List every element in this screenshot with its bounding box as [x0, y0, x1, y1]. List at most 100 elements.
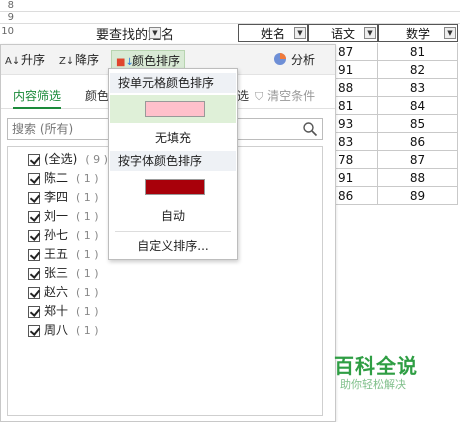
list-item-label: 孙七: [44, 228, 69, 242]
checkbox-checked-icon[interactable]: [28, 248, 40, 261]
search-icon[interactable]: [302, 121, 318, 137]
checkbox-checked-icon[interactable]: [28, 305, 40, 318]
grid-line: [0, 11, 460, 12]
row-number-10: 10: [1, 26, 14, 37]
font-color-option-red[interactable]: [110, 173, 236, 201]
sort-desc-button[interactable]: Z↓降序: [59, 50, 99, 70]
table-cell[interactable]: 86: [378, 133, 458, 151]
clear-conditions-label: 清空条件: [267, 89, 316, 103]
table-cell[interactable]: 85: [378, 115, 458, 133]
list-item-label: 李四: [44, 190, 69, 204]
tab-content-filter[interactable]: 内容筛选: [13, 87, 62, 109]
table-cell[interactable]: 81: [336, 97, 378, 115]
pie-chart-icon: [274, 53, 286, 65]
table-cell[interactable]: 82: [378, 61, 458, 79]
list-item-count: ( 1 ): [76, 191, 99, 204]
menu-section-font-color: 按字体颜色排序: [110, 151, 236, 171]
header-chinese-filter-icon[interactable]: ▼: [364, 27, 376, 39]
table-cell[interactable]: 91: [336, 61, 378, 79]
list-item[interactable]: 赵六 ( 1 ): [28, 283, 99, 301]
list-item[interactable]: 周八 ( 1 ): [28, 321, 99, 339]
menu-item-custom-sort[interactable]: 自定义排序...: [110, 235, 236, 257]
list-item-label: 张三: [44, 266, 69, 280]
analyze-button[interactable]: 分析: [273, 50, 315, 70]
funnel-icon: ⛉: [255, 90, 264, 103]
menu-section-cell-color: 按单元格颜色排序: [110, 73, 236, 93]
list-item-count: ( 1 ): [76, 324, 99, 337]
sort-desc-label: 降序: [75, 53, 100, 67]
table-cell[interactable]: 83: [336, 133, 378, 151]
list-item-count: ( 1 ): [76, 210, 99, 223]
list-item-label: (全选): [44, 152, 78, 166]
list-item[interactable]: (全选) ( 9 ): [28, 150, 108, 168]
list-item[interactable]: 孙七 ( 1 ): [28, 226, 99, 244]
list-item[interactable]: 张三 ( 1 ): [28, 264, 99, 282]
cell-color-option-pink[interactable]: [110, 95, 236, 123]
table-cell[interactable]: 81: [378, 43, 458, 61]
table-cell[interactable]: 86: [336, 187, 378, 205]
list-item[interactable]: 李四 ( 1 ): [28, 188, 99, 206]
header-chinese-label: 语文: [330, 27, 355, 41]
table-cell[interactable]: 89: [378, 187, 458, 205]
table-cell[interactable]: 84: [378, 97, 458, 115]
table-cell[interactable]: 93: [336, 115, 378, 133]
menu-separator: [115, 231, 231, 232]
list-item[interactable]: 陈二 ( 1 ): [28, 169, 99, 187]
table-cell[interactable]: 91: [336, 169, 378, 187]
pink-fill-swatch: [145, 101, 205, 117]
checkbox-checked-icon[interactable]: [28, 210, 40, 223]
table-cell[interactable]: 88: [378, 169, 458, 187]
checkbox-checked-icon[interactable]: [28, 153, 40, 166]
list-item-count: ( 1 ): [76, 286, 99, 299]
watermark-title: 百科全说: [334, 354, 418, 378]
list-item-label: 周八: [44, 323, 69, 337]
lookup-dropdown-icon[interactable]: ▼: [149, 27, 161, 39]
color-sort-label: 颜色排序: [132, 54, 181, 68]
header-name-label: 姓名: [260, 27, 285, 41]
list-item-label: 王五: [44, 247, 69, 261]
list-item-count: ( 1 ): [76, 248, 99, 261]
checkbox-checked-icon[interactable]: [28, 324, 40, 337]
list-item-count: ( 1 ): [76, 172, 99, 185]
header-math-label: 数学: [405, 27, 430, 41]
watermark-logo: 百科全说 助你轻松解决: [318, 348, 428, 394]
sort-desc-icon: Z↓: [59, 56, 75, 67]
table-cell[interactable]: 83: [378, 79, 458, 97]
checkbox-checked-icon[interactable]: [28, 172, 40, 185]
sort-asc-label: 升序: [21, 53, 46, 67]
table-cell[interactable]: 87: [336, 43, 378, 61]
header-name-filter-icon[interactable]: ▼: [294, 27, 306, 39]
list-item-count: ( 9 ): [85, 153, 108, 166]
menu-item-auto[interactable]: 自动: [110, 205, 236, 227]
row-number-8: 8: [7, 0, 14, 11]
checkbox-checked-icon[interactable]: [28, 229, 40, 242]
watermark-subtitle: 助你轻松解决: [340, 378, 406, 391]
table-cell[interactable]: 87: [378, 151, 458, 169]
row-number-9: 9: [7, 12, 14, 23]
dark-red-swatch: [145, 179, 205, 195]
checkbox-checked-icon[interactable]: [28, 286, 40, 299]
list-item[interactable]: 郑十 ( 1 ): [28, 302, 99, 320]
sort-asc-icon: A↓: [5, 56, 21, 67]
menu-item-no-fill[interactable]: 无填充: [110, 127, 236, 149]
list-item[interactable]: 刘一 ( 1 ): [28, 207, 99, 225]
clear-conditions-button[interactable]: ⛉ 清空条件: [255, 87, 315, 104]
tab-partial[interactable]: 选: [237, 87, 249, 104]
table-cell[interactable]: 88: [336, 79, 378, 97]
list-item-label: 刘一: [44, 209, 69, 223]
header-math-filter-icon[interactable]: ▼: [444, 27, 456, 39]
sort-asc-button[interactable]: A↓升序: [5, 50, 45, 70]
color-sort-button[interactable]: ■↓颜色排序: [111, 50, 186, 70]
list-item[interactable]: 王五 ( 1 ): [28, 245, 99, 263]
list-item-label: 赵六: [44, 285, 69, 299]
analyze-label: 分析: [291, 53, 316, 67]
lookup-label: 要查找的姓名: [96, 28, 175, 43]
list-item-count: ( 1 ): [76, 229, 99, 242]
color-sort-menu: 按单元格颜色排序 无填充 按字体颜色排序 自动 自定义排序...: [108, 68, 238, 260]
list-item-label: 郑十: [44, 304, 69, 318]
list-item-count: ( 1 ): [76, 267, 99, 280]
checkbox-checked-icon[interactable]: [28, 267, 40, 280]
list-item-label: 陈二: [44, 171, 69, 185]
table-cell[interactable]: 78: [336, 151, 378, 169]
checkbox-checked-icon[interactable]: [28, 191, 40, 204]
